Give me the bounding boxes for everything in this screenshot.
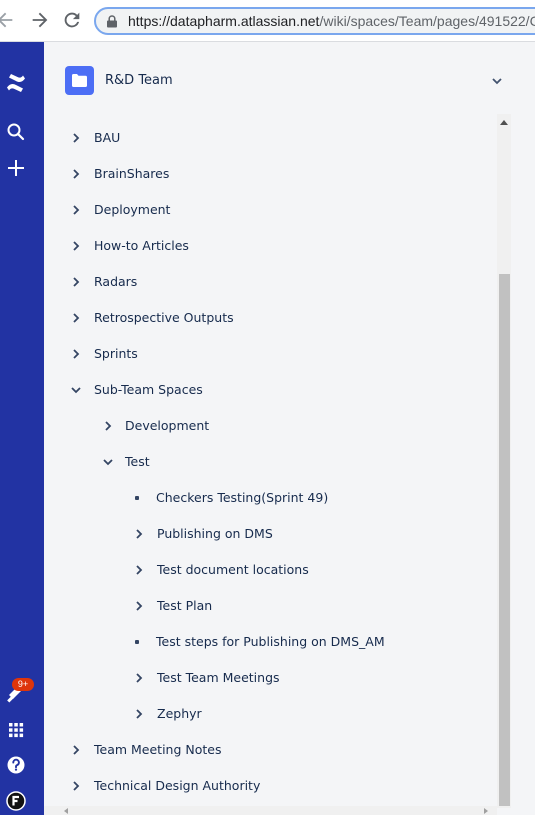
tree-item-label[interactable]: How-to Articles <box>94 238 189 253</box>
tree-item-test[interactable]: Test <box>44 444 494 480</box>
chevron-down-icon[interactable] <box>69 383 83 397</box>
tree-item-team-meeting-notes[interactable]: Team Meeting Notes <box>44 732 494 768</box>
bullet-icon <box>135 640 139 644</box>
scroll-left-arrow-icon[interactable] <box>64 808 68 814</box>
tree-item-test-document-locations[interactable]: Test document locations <box>44 552 494 588</box>
tree-item-development[interactable]: Development <box>44 408 494 444</box>
tree-item-brainshares[interactable]: BrainShares <box>44 156 494 192</box>
chevron-right-icon[interactable] <box>69 275 83 289</box>
tree-item-label[interactable]: Radars <box>94 274 137 289</box>
tree-item-publishing-on-dms[interactable]: Publishing on DMS <box>44 516 494 552</box>
tree-item-test-plan[interactable]: Test Plan <box>44 588 494 624</box>
vertical-scrollbar[interactable] <box>497 114 511 808</box>
tree-item-label[interactable]: Test steps for Publishing on DMS_AM <box>156 634 385 649</box>
url-text: https://datapharm.atlassian.net/wiki/spa… <box>128 13 535 29</box>
tree-item-label[interactable]: Retrospective Outputs <box>94 310 234 325</box>
chevron-right-icon[interactable] <box>69 779 83 793</box>
notification-badge: 9+ <box>12 678 34 691</box>
tree-item-label[interactable]: Test document locations <box>157 562 309 577</box>
tree-item-label[interactable]: Team Meeting Notes <box>94 742 221 757</box>
back-arrow-icon[interactable] <box>0 9 16 31</box>
chevron-right-icon[interactable] <box>132 707 146 721</box>
tree-item-label[interactable]: BAU <box>94 130 120 145</box>
space-avatar <box>65 66 94 95</box>
profile-icon[interactable] <box>6 791 26 811</box>
chevron-right-icon[interactable] <box>69 203 83 217</box>
tree-item-checkers-testing[interactable]: Checkers Testing(Sprint 49) <box>44 480 494 516</box>
tree-item-label[interactable]: Technical Design Authority <box>94 778 260 793</box>
tree-item-radars[interactable]: Radars <box>44 264 494 300</box>
address-bar[interactable]: https://datapharm.atlassian.net/wiki/spa… <box>94 7 535 35</box>
search-icon[interactable] <box>6 122 26 142</box>
browser-toolbar: https://datapharm.atlassian.net/wiki/spa… <box>0 0 535 42</box>
tree-item-label[interactable]: Deployment <box>94 202 170 217</box>
scroll-right-arrow-icon[interactable] <box>484 808 488 814</box>
chevron-right-icon[interactable] <box>132 671 146 685</box>
tree-item-deployment[interactable]: Deployment <box>44 192 494 228</box>
chevron-right-icon[interactable] <box>132 563 146 577</box>
chevron-down-icon[interactable] <box>101 455 115 469</box>
reload-icon[interactable] <box>61 9 83 31</box>
chevron-right-icon[interactable] <box>69 311 83 325</box>
tree-item-technical-design-authority[interactable]: Technical Design Authority <box>44 768 494 800</box>
tree-item-label[interactable]: Test Team Meetings <box>157 670 280 685</box>
plus-icon[interactable] <box>6 158 26 178</box>
tree-item-label[interactable]: Zephyr <box>157 706 202 721</box>
tree-item-retrospective-outputs[interactable]: Retrospective Outputs <box>44 300 494 336</box>
tree-item-how-to-articles[interactable]: How-to Articles <box>44 228 494 264</box>
scroll-up-arrow-icon[interactable] <box>500 120 508 125</box>
chevron-down-icon[interactable] <box>490 73 504 87</box>
app-switcher-icon[interactable] <box>6 720 26 740</box>
tree-item-zephyr[interactable]: Zephyr <box>44 696 494 732</box>
lock-icon <box>107 15 117 28</box>
chevron-right-icon[interactable] <box>132 599 146 613</box>
tree-item-label[interactable]: Development <box>125 418 209 433</box>
horizontal-scrollbar[interactable] <box>44 806 497 815</box>
help-icon[interactable] <box>6 755 26 775</box>
tree-item-bau[interactable]: BAU <box>44 120 494 156</box>
tree-item-label[interactable]: Test Plan <box>157 598 212 613</box>
tree-item-label[interactable]: Publishing on DMS <box>157 526 273 541</box>
folder-icon <box>72 74 87 87</box>
chevron-right-icon[interactable] <box>69 347 83 361</box>
forward-arrow-icon[interactable] <box>29 9 51 31</box>
page-tree: BAU BrainShares Deployment How-to Articl… <box>44 120 494 800</box>
tree-item-test-steps-publishing[interactable]: Test steps for Publishing on DMS_AM <box>44 624 494 660</box>
chevron-right-icon[interactable] <box>69 743 83 757</box>
space-header[interactable]: R&D Team <box>44 42 535 122</box>
global-navigation-rail: 9+ <box>0 42 44 815</box>
chevron-right-icon[interactable] <box>69 239 83 253</box>
tree-item-label[interactable]: Test <box>125 454 150 469</box>
space-name: R&D Team <box>105 73 173 88</box>
chevron-right-icon[interactable] <box>101 419 115 433</box>
chevron-right-icon[interactable] <box>69 131 83 145</box>
tree-item-label[interactable]: Checkers Testing(Sprint 49) <box>156 490 328 505</box>
tree-item-sprints[interactable]: Sprints <box>44 336 494 372</box>
scrollbar-thumb[interactable] <box>499 274 510 806</box>
confluence-logo-icon[interactable] <box>5 72 27 94</box>
tree-item-label[interactable]: BrainShares <box>94 166 169 181</box>
bullet-icon <box>135 496 139 500</box>
tree-item-sub-team-spaces[interactable]: Sub-Team Spaces <box>44 372 494 408</box>
tree-item-label[interactable]: Sprints <box>94 346 138 361</box>
tree-item-label[interactable]: Sub-Team Spaces <box>94 382 203 397</box>
chevron-right-icon[interactable] <box>132 527 146 541</box>
tree-item-test-team-meetings[interactable]: Test Team Meetings <box>44 660 494 696</box>
chevron-right-icon[interactable] <box>69 167 83 181</box>
